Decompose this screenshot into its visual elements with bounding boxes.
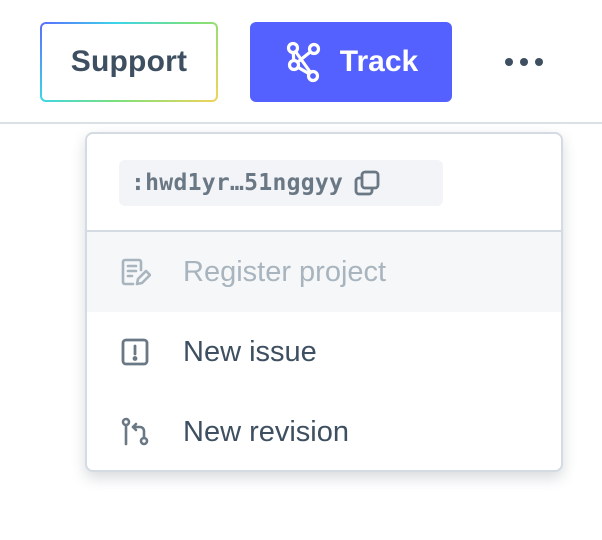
menu-item-label: New issue <box>183 335 317 368</box>
track-graph-icon <box>284 41 322 83</box>
dropdown-menu: :hwd1yr…51nggyy Register project New iss… <box>85 132 563 472</box>
git-revision-icon <box>119 416 151 448</box>
issue-alert-icon <box>119 336 151 368</box>
support-button[interactable]: Support <box>40 22 218 102</box>
track-button[interactable]: Track <box>250 22 452 102</box>
menu-item-label: Register project <box>183 255 387 288</box>
more-dot-icon <box>505 58 513 66</box>
copy-icon[interactable] <box>353 169 381 197</box>
track-button-label: Track <box>339 45 419 78</box>
more-dot-icon <box>520 58 528 66</box>
page: Support Track:hwd1yr…51nggyy Register p… <box>0 0 602 540</box>
id-text: :hwd1yr…51nggyy <box>131 170 344 196</box>
edit-document-icon <box>119 256 151 288</box>
more-options-button[interactable] <box>500 44 548 80</box>
menu-item-new-issue[interactable]: New issue <box>87 312 561 392</box>
copy-id-chip[interactable]: :hwd1yr…51nggyy <box>119 160 443 206</box>
id-section: :hwd1yr…51nggyy <box>87 134 561 232</box>
menu-item-label: New revision <box>183 415 349 448</box>
header-bar: Support Track <box>0 0 602 124</box>
menu-item-register-project[interactable]: Register project <box>87 232 561 312</box>
menu-item-new-revision[interactable]: New revision <box>87 392 561 470</box>
more-dot-icon <box>535 58 543 66</box>
support-button-label: Support <box>42 24 216 100</box>
